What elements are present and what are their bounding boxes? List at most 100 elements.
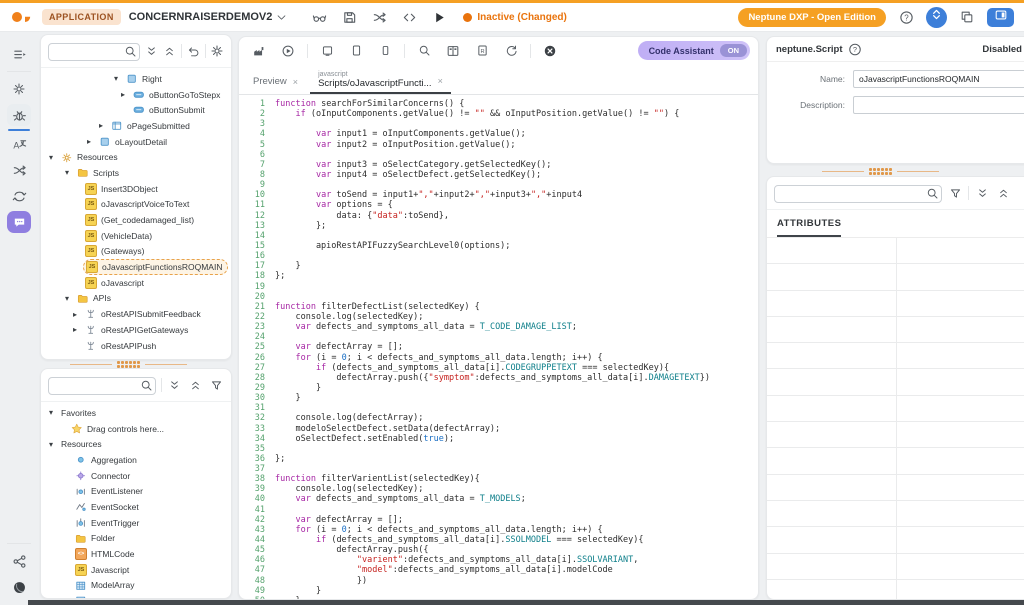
attribute-name-cell[interactable] xyxy=(767,422,897,447)
attributes-search-input[interactable] xyxy=(774,185,942,203)
share-nodes-icon[interactable] xyxy=(7,550,31,572)
expand-all-icon[interactable] xyxy=(163,41,176,61)
tree-item[interactable]: EventTrigger xyxy=(41,515,231,531)
attributes-table-row[interactable] xyxy=(767,291,1024,317)
tree-item[interactable]: JSoJavascriptFunctionsROQMAIN xyxy=(41,259,231,275)
tree-item[interactable]: ▸oRestAPIGetGateways xyxy=(41,322,231,338)
translate-icon[interactable]: A xyxy=(7,133,31,155)
vertical-resize-handle[interactable] xyxy=(822,168,939,175)
debug-icon[interactable] xyxy=(7,104,31,126)
close-icon[interactable]: × xyxy=(293,77,298,87)
application-badge[interactable]: APPLICATION xyxy=(42,9,121,25)
attribute-value-cell[interactable] xyxy=(897,422,1024,447)
code-line[interactable]: 25 var defectArray = []; xyxy=(239,342,758,352)
attributes-table-row[interactable] xyxy=(767,369,1024,395)
code-line[interactable]: 32 console.log(defectArray); xyxy=(239,413,758,423)
attribute-name-cell[interactable] xyxy=(767,264,897,289)
code-line[interactable]: 41 xyxy=(239,505,758,515)
code-line[interactable]: 47 "model":defects_and_symptoms_all_data… xyxy=(239,565,758,575)
attributes-table-row[interactable] xyxy=(767,343,1024,369)
tree-item[interactable]: ▸oPageSubmitted xyxy=(41,118,231,134)
outline-icon[interactable] xyxy=(7,43,31,65)
tree-item[interactable]: JSoJavascript xyxy=(41,275,231,291)
chevron-down-icon[interactable]: ▾ xyxy=(114,74,124,83)
code-line[interactable]: 1function searchForSimilarConcerns() { xyxy=(239,99,758,109)
code-line[interactable]: 5 var input2 = oInputPosition.getValue()… xyxy=(239,140,758,150)
disabled-toggle-label[interactable]: Disabled xyxy=(982,44,1024,55)
chevron-down-icon[interactable]: ▾ xyxy=(49,153,59,162)
code-line[interactable]: 28 defectArray.push({"symptom":defects_a… xyxy=(239,373,758,383)
code-line[interactable]: 20 xyxy=(239,292,758,302)
tree-item[interactable]: ModelObject xyxy=(41,593,231,599)
description-input[interactable] xyxy=(853,96,1024,114)
tree-item[interactable]: ▾Favorites xyxy=(41,405,231,421)
attribute-name-cell[interactable] xyxy=(767,554,897,579)
attribute-name-cell[interactable] xyxy=(767,501,897,526)
code-line[interactable]: 37 xyxy=(239,464,758,474)
vertical-resize-handle[interactable] xyxy=(70,361,187,368)
flow-icon[interactable] xyxy=(7,159,31,181)
code-line[interactable]: 14 xyxy=(239,231,758,241)
attributes-table-row[interactable] xyxy=(767,475,1024,501)
tree-item[interactable]: Aggregation xyxy=(41,452,231,468)
attribute-name-cell[interactable] xyxy=(767,580,897,600)
tree-item[interactable]: oButtonSubmit xyxy=(41,102,231,118)
code-line[interactable]: 43 for (i = 0; i < defects_and_symptoms_… xyxy=(239,525,758,535)
attribute-value-cell[interactable] xyxy=(897,554,1024,579)
code-line[interactable]: 3 xyxy=(239,119,758,129)
tree-item[interactable]: ▸oButtonGoToStepx xyxy=(41,87,231,103)
code-line[interactable]: 6 xyxy=(239,150,758,160)
attribute-name-cell[interactable] xyxy=(767,448,897,473)
tree-settings-icon[interactable] xyxy=(210,41,224,61)
tree-item[interactable]: JS(Gateways) xyxy=(41,244,231,260)
attribute-value-cell[interactable] xyxy=(897,396,1024,421)
code-line[interactable]: 2 if (oInputComponents.getValue() != "" … xyxy=(239,109,758,119)
tree-item[interactable]: JSoJavascriptVoiceToText xyxy=(41,197,231,213)
code-line[interactable]: 36}; xyxy=(239,454,758,464)
tab-preview[interactable]: Preview × xyxy=(245,76,306,94)
attribute-name-cell[interactable] xyxy=(767,396,897,421)
code-line[interactable]: 12 data: {"data":toSend}, xyxy=(239,211,758,221)
tree-item[interactable]: Drag controls here... xyxy=(41,421,231,437)
code-line[interactable]: 7 var input3 = oSelectCategory.getSelect… xyxy=(239,160,758,170)
code-line[interactable]: 13 }; xyxy=(239,221,758,231)
run-circle-icon[interactable] xyxy=(278,41,298,61)
code-line[interactable]: 4 var input1 = oInputComponents.getValue… xyxy=(239,129,758,139)
undo-icon[interactable] xyxy=(187,41,200,61)
code-line[interactable]: 40 var defects_and_symptoms_all_data = T… xyxy=(239,494,758,504)
chevron-down-icon[interactable]: ▾ xyxy=(49,408,59,417)
code-line[interactable]: 11 var options = { xyxy=(239,200,758,210)
tree-item[interactable]: Connector xyxy=(41,468,231,484)
tree-item[interactable]: JS(Get_codedamaged_list) xyxy=(41,212,231,228)
attribute-name-cell[interactable] xyxy=(767,475,897,500)
attribute-value-cell[interactable] xyxy=(897,580,1024,600)
chevron-right-icon[interactable]: ▸ xyxy=(99,121,109,130)
filter-icon[interactable] xyxy=(947,183,963,203)
code-line[interactable]: 27 if (defects_and_symptoms_all_data[i].… xyxy=(239,363,758,373)
chevron-right-icon[interactable]: ▸ xyxy=(87,137,97,146)
code-line[interactable]: 24 xyxy=(239,332,758,342)
attributes-table-row[interactable] xyxy=(767,448,1024,474)
attribute-name-cell[interactable] xyxy=(767,343,897,368)
code-line[interactable]: 30 } xyxy=(239,393,758,403)
attributes-table-row[interactable] xyxy=(767,527,1024,553)
preview-glasses-icon[interactable] xyxy=(309,7,329,27)
code-editor[interactable]: 1function searchForSimilarConcerns() {2 … xyxy=(239,95,758,600)
tree-item[interactable]: ▾Scripts xyxy=(41,165,231,181)
code-line[interactable]: 22 console.log(selectedKey); xyxy=(239,312,758,322)
attributes-table-row[interactable] xyxy=(767,238,1024,264)
chevron-right-icon[interactable]: ▸ xyxy=(73,310,83,319)
code-line[interactable]: 46 "varient":defects_and_symptoms_all_da… xyxy=(239,555,758,565)
code-assistant-toggle[interactable]: Code Assistant ON xyxy=(638,41,750,60)
attributes-table-row[interactable] xyxy=(767,501,1024,527)
code-line[interactable]: 31 xyxy=(239,403,758,413)
tree-item[interactable]: Folder xyxy=(41,531,231,547)
attributes-table-row[interactable] xyxy=(767,264,1024,290)
code-line[interactable]: 23 var defects_and_symptoms_all_data = T… xyxy=(239,322,758,332)
copy-icon[interactable] xyxy=(957,7,977,27)
split-view-icon[interactable] xyxy=(443,41,463,61)
code-line[interactable]: 38function filterVarientList(selectedKey… xyxy=(239,474,758,484)
search-icon[interactable] xyxy=(414,41,434,61)
tree-item[interactable]: ▾Resources xyxy=(41,436,231,452)
chevron-right-icon[interactable]: ▸ xyxy=(73,325,83,334)
